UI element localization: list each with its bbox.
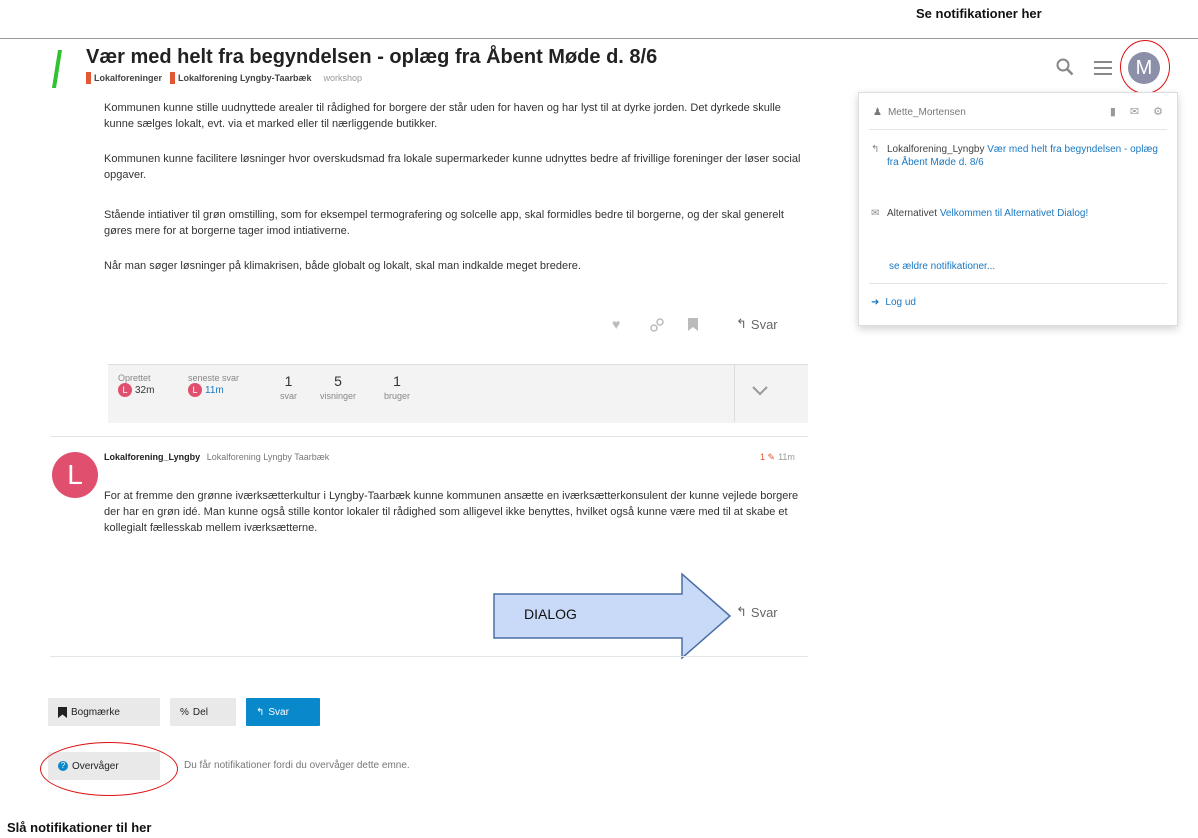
pencil-icon: ✎: [767, 452, 776, 462]
search-icon[interactable]: [1056, 58, 1074, 76]
summary-replies: 1 svar: [280, 373, 298, 401]
summary-divider: [734, 364, 735, 422]
post-paragraph: Kommunen kunne facilitere løsninger hvor…: [104, 153, 801, 181]
post-paragraph: Stående intiativer til grøn omstilling, …: [104, 209, 784, 237]
annotation-circle-tracking: [40, 742, 178, 796]
older-notifications-link[interactable]: se ældre notifikationer...: [889, 261, 995, 272]
reply-icon: ↰: [736, 604, 747, 619]
share-button[interactable]: % Del: [170, 698, 236, 726]
bookmark-icon[interactable]: ▮: [1110, 105, 1116, 118]
panel-divider: [869, 129, 1167, 130]
post-edit-info[interactable]: 1 ✎ 11m: [760, 452, 795, 463]
sign-out-icon: ➜: [871, 297, 880, 308]
topic-tag[interactable]: workshop: [324, 73, 363, 83]
category-row: Lokalforeninger Lokalforening Lyngby-Taa…: [86, 72, 362, 84]
annotation-circle-avatar: [1120, 40, 1170, 94]
bookmark-button[interactable]: Bogmærke: [48, 698, 160, 726]
post-divider: [50, 436, 808, 437]
post-paragraph: Kommunen kunne stille uudnyttede arealer…: [104, 102, 781, 130]
reply-button[interactable]: ↰ Svar: [736, 604, 778, 620]
gear-icon[interactable]: ⚙: [1153, 105, 1163, 118]
post-body: For at fremme den grønne iværksætterkult…: [104, 490, 799, 534]
panel-divider: [869, 283, 1167, 284]
summary-last-reply[interactable]: seneste svar L 11m: [188, 373, 239, 397]
category-badge[interactable]: Lokalforeninger: [86, 72, 162, 84]
tracking-description: Du får notifikationer fordi du overvåger…: [184, 760, 410, 771]
reply-icon: ↰: [871, 144, 880, 155]
summary-users: 1 bruger: [384, 373, 411, 401]
post-divider: [50, 656, 808, 657]
post-paragraph: Når man søger løsninger på klimakrisen, …: [104, 260, 581, 272]
reply-icon: ↰: [256, 706, 265, 718]
annotation-top-note: Se notifikationer her: [916, 6, 1042, 21]
topic-title[interactable]: Vær med helt fra begyndelsen - oplæg fra…: [86, 46, 657, 69]
notification-item[interactable]: ✉ Alternativet Velkommen til Alternative…: [871, 207, 1161, 220]
summary-views: 5 visninger: [320, 373, 357, 401]
top-divider: [0, 38, 1198, 39]
reply-icon: ↰: [736, 316, 747, 331]
bookmark-icon: [58, 706, 67, 718]
user-icon: ♟: [873, 107, 882, 118]
post-meta: Lokalforening_Lyngby Lokalforening Lyngb…: [104, 452, 329, 462]
panel-icon-row: ▮ ✉ ⚙: [1110, 105, 1163, 118]
dialog-label: DIALOG: [524, 606, 577, 622]
envelope-icon: ✉: [871, 208, 880, 219]
notification-item[interactable]: ↰ Lokalforening_Lyngby Vær med helt fra …: [871, 143, 1161, 169]
post-fullname: Lokalforening Lyngby Taarbæk: [206, 452, 330, 462]
post-username[interactable]: Lokalforening_Lyngby: [104, 452, 200, 462]
topic-summary: Oprettet L 32m seneste svar L 11m 1 svar 5v…: [108, 364, 808, 423]
bookmark-icon[interactable]: [688, 318, 698, 331]
annotation-bottom-note: Slå notifikationer til her: [7, 820, 152, 835]
site-logo[interactable]: [52, 50, 62, 88]
reply-main-button[interactable]: ↰ Svar: [246, 698, 320, 726]
post-avatar[interactable]: L: [52, 452, 98, 498]
link-icon[interactable]: [650, 318, 664, 332]
summary-created: Oprettet L 32m: [118, 373, 155, 397]
link-icon: %: [180, 706, 189, 718]
like-icon[interactable]: ♥: [612, 316, 620, 332]
reply-button[interactable]: ↰ Svar: [736, 316, 778, 332]
chevron-down-icon[interactable]: [752, 386, 768, 396]
user-menu-panel: ♟ Mette_Mortensen ▮ ✉ ⚙ ↰ Lokalforening_L…: [858, 92, 1178, 326]
hamburger-menu-icon[interactable]: [1094, 60, 1112, 76]
subcategory-badge[interactable]: Lokalforening Lyngby-Taarbæk: [170, 72, 312, 84]
logout-button[interactable]: ➜ Log ud: [871, 297, 916, 308]
panel-username-row[interactable]: ♟ Mette_Mortensen: [873, 107, 966, 118]
envelope-icon[interactable]: ✉: [1130, 105, 1139, 118]
